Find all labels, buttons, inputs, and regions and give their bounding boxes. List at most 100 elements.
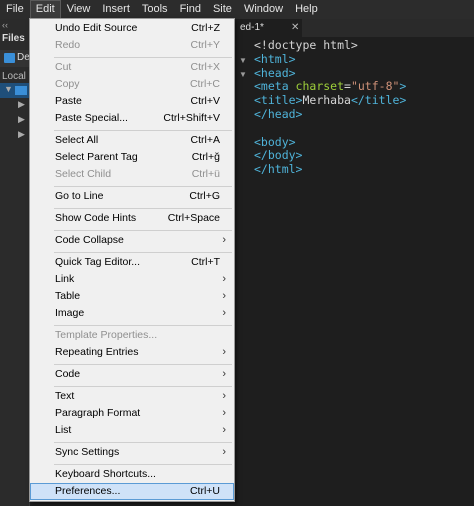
tree-row[interactable]: ▶ [0,128,30,143]
document-tab[interactable]: ed-1* ✕ [235,19,302,37]
menu-help[interactable]: Help [289,0,324,19]
menu-item-label: Table [55,290,81,302]
menu-item-select-child[interactable]: Select Child Ctrl+ü [30,166,234,183]
menu-item-label: List [55,424,72,436]
code-doctype: <!doctype html> [254,38,358,52]
menu-item-template-properties[interactable]: Template Properties... [30,327,234,344]
menu-item-show-code-hints[interactable]: Show Code Hints Ctrl+Space [30,210,234,227]
menu-item-go-to-line[interactable]: Go to Line Ctrl+G [30,188,234,205]
menu-tools[interactable]: Tools [136,0,174,19]
chevron-right-icon[interactable]: ▶ [18,114,25,125]
menu-separator [54,130,232,131]
code-meta-eq: = [344,79,351,94]
menu-item-sync-settings[interactable]: Sync Settings › [30,444,234,461]
menu-item-shortcut: Ctrl+C [189,78,220,90]
menu-site[interactable]: Site [207,0,238,19]
menu-item-label: Paste Special... [55,112,128,124]
submenu-arrow-icon: › [222,390,226,402]
menu-item-label: Template Properties... [55,329,158,341]
chevron-down-icon[interactable]: ▼ [4,84,13,94]
menu-item-paste-special[interactable]: Paste Special... Ctrl+Shift+V [30,110,234,127]
menu-item-label: Show Code Hints [55,212,137,224]
menu-item-label: Cut [55,61,72,73]
menu-item-quick-tag-editor[interactable]: Quick Tag Editor... Ctrl+T [30,254,234,271]
menu-item-label: Text [55,390,75,402]
menu-separator [54,57,232,58]
menu-item-list[interactable]: List › [30,422,234,439]
menu-item-link[interactable]: Link › [30,271,234,288]
site-icon [4,53,15,63]
menu-item-label: Undo Edit Source [55,22,138,34]
files-panel: ‹‹ Files De Local ▼ ▶ ▶ ▶ [0,19,30,506]
menu-item-shortcut: Ctrl+V [190,95,220,107]
menu-item-label: Preferences... [55,485,121,497]
chevron-right-icon[interactable]: ▶ [18,99,25,110]
menu-separator [54,325,232,326]
menu-item-label: Link [55,273,75,285]
menu-edit[interactable]: Edit [29,0,61,19]
menu-item-text[interactable]: Text › [30,388,234,405]
files-panel-title[interactable]: Files [2,33,25,44]
code-head-close: </head> [254,106,303,121]
submenu-arrow-icon: › [222,424,226,436]
menu-item-keyboard-shortcuts[interactable]: Keyboard Shortcuts... [30,466,234,483]
menu-item-select-all[interactable]: Select All Ctrl+A [30,132,234,149]
menu-window[interactable]: Window [238,0,289,19]
fold-arrow-icon[interactable]: ▼ [239,70,247,79]
code-body-open: <body> [254,134,296,149]
code-title-open: <title> [254,93,303,108]
code-editor[interactable]: <!doctype html> <html> <head> <meta char… [254,38,407,177]
menu-item-image[interactable]: Image › [30,305,234,322]
menu-item-shortcut: Ctrl+Shift+V [163,112,220,124]
menu-item-table[interactable]: Table › [30,288,234,305]
menu-insert[interactable]: Insert [96,0,136,19]
document-tab-label: ed-1* [240,22,264,33]
tree-row[interactable]: ▶ [0,98,30,113]
menu-item-shortcut: Ctrl+G [189,190,220,202]
menu-item-code-collapse[interactable]: Code Collapse › [30,232,234,249]
code-html-close: </html> [254,162,303,177]
fold-arrow-icon[interactable]: ▼ [239,56,247,65]
menu-item-label: Select Parent Tag [55,151,138,163]
menu-separator [54,364,232,365]
site-selector[interactable]: De [0,50,30,67]
menu-item-label: Select Child [55,168,112,180]
menu-separator [54,230,232,231]
site-name: De [17,52,30,63]
menu-item-paragraph-format[interactable]: Paragraph Format › [30,405,234,422]
collapse-panel-icon[interactable]: ‹‹ [2,20,8,30]
menu-item-select-parent-tag[interactable]: Select Parent Tag Ctrl+ğ [30,149,234,166]
menu-item-shortcut: Ctrl+T [191,256,220,268]
menu-item-paste[interactable]: Paste Ctrl+V [30,93,234,110]
menu-item-copy[interactable]: Copy Ctrl+C [30,76,234,93]
submenu-arrow-icon: › [222,290,226,302]
code-meta-close: > [399,79,407,94]
menu-separator [54,186,232,187]
menu-item-shortcut: Ctrl+X [190,61,220,73]
menu-item-label: Image [55,307,85,319]
tree-row[interactable]: ▶ [0,113,30,128]
tree-row[interactable]: ▼ [0,83,30,98]
menu-item-repeating-entries[interactable]: Repeating Entries › [30,344,234,361]
menu-item-shortcut: Ctrl+Z [191,22,220,34]
edit-menu-dropdown: Undo Edit Source Ctrl+Z Redo Ctrl+Y Cut … [29,18,235,502]
chevron-right-icon[interactable]: ▶ [18,129,25,140]
menu-item-label: Quick Tag Editor... [55,256,141,268]
menu-separator [54,442,232,443]
menu-item-redo[interactable]: Redo Ctrl+Y [30,37,234,54]
menu-item-code[interactable]: Code › [30,366,234,383]
menu-item-preferences[interactable]: Preferences... Ctrl+U [30,483,234,500]
submenu-arrow-icon: › [222,407,226,419]
menu-file[interactable]: File [0,0,30,19]
menu-view[interactable]: View [61,0,97,19]
close-tab-icon[interactable]: ✕ [291,19,299,37]
code-body-close: </body> [254,148,303,163]
menu-item-shortcut: Ctrl+A [190,134,220,146]
menu-find[interactable]: Find [174,0,207,19]
menu-item-undo[interactable]: Undo Edit Source Ctrl+Z [30,20,234,37]
menu-item-cut[interactable]: Cut Ctrl+X [30,59,234,76]
local-files-label: Local [2,71,26,82]
code-title-close: </title> [350,93,407,108]
menu-bar: File Edit View Insert Tools Find Site Wi… [0,0,474,19]
submenu-arrow-icon: › [222,307,226,319]
